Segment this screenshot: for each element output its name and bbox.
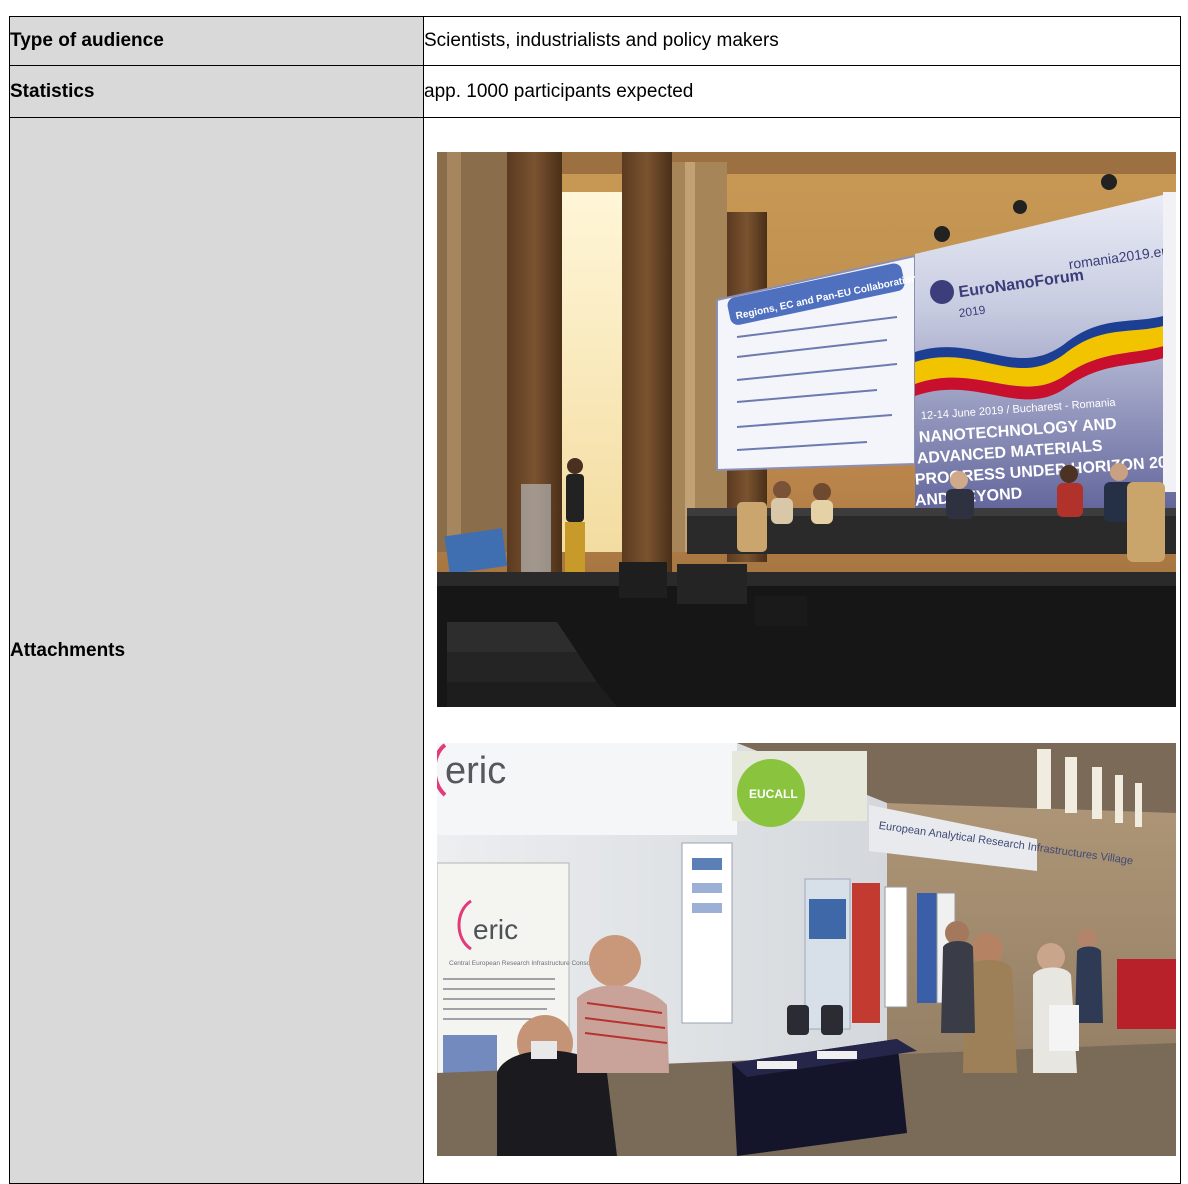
table-row: Attachments Regions, EC and Pan-EU Colla…	[9, 117, 1181, 1184]
ceric-poster-logo: eric	[473, 914, 518, 945]
conference-stage-photo: Regions, EC and Pan-EU Collaborations Eu…	[437, 152, 1176, 707]
table-row: Statistics app. 1000 participants expect…	[9, 65, 1181, 118]
statistics-value: app. 1000 participants expected	[423, 65, 1181, 118]
attachments-cell: Regions, EC and Pan-EU Collaborations Eu…	[423, 117, 1181, 1184]
document-page: Type of audience Scientists, industriali…	[0, 0, 1188, 1184]
ceric-header-logo: eric	[445, 750, 506, 792]
eucall-logo: EUCALL	[749, 787, 798, 801]
audience-label: Type of audience	[9, 16, 424, 66]
ceric-poster-subtitle: Central European Research Infrastructure…	[449, 960, 605, 967]
table-row: Type of audience Scientists, industriali…	[9, 16, 1181, 66]
audience-value: Scientists, industrialists and policy ma…	[423, 16, 1181, 66]
exhibition-hall-photo: eric EUCALL European Analytical Research…	[437, 743, 1176, 1156]
attachments-label: Attachments	[9, 117, 424, 1184]
statistics-label: Statistics	[9, 65, 424, 118]
info-table: Type of audience Scientists, industriali…	[9, 16, 1181, 1184]
